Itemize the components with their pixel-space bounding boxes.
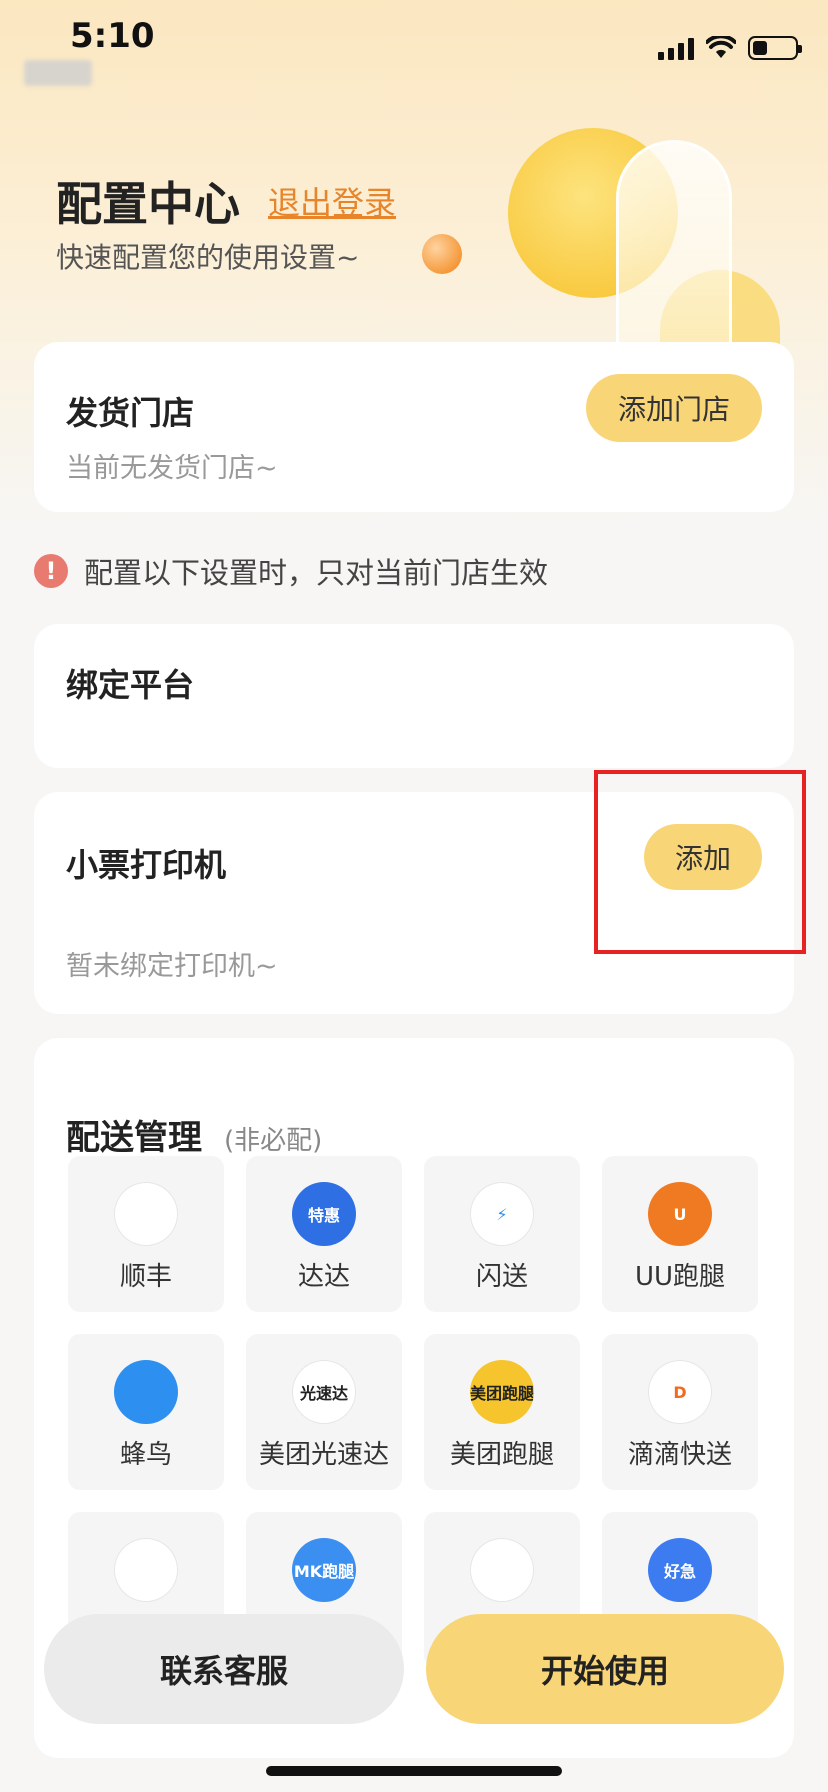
carrier-label <box>24 60 92 86</box>
mk-icon: MK跑腿 <box>292 1538 356 1602</box>
delivery-item[interactable]: 美团跑腿 美团跑腿 <box>424 1334 580 1490</box>
delivery-item[interactable]: 蜂鸟 <box>68 1334 224 1490</box>
uu-icon: U <box>648 1182 712 1246</box>
dada-icon: 特惠 <box>292 1182 356 1246</box>
delivery-item-label: 蜂鸟 <box>119 1440 172 1470</box>
store-card: 发货门店 当前无发货门店~ 添加门店 <box>34 342 794 512</box>
status-icons <box>658 36 802 60</box>
delivery-title: 配送管理 <box>66 1118 202 1158</box>
platform-card-title: 绑定平台 <box>66 666 195 704</box>
add-store-button[interactable]: 添加门店 <box>586 374 762 442</box>
fengniao-icon <box>114 1360 178 1424</box>
page-subtitle: 快速配置您的使用设置~ <box>56 241 360 274</box>
sf-icon <box>114 1182 178 1246</box>
delivery-item[interactable]: 顺丰 <box>68 1156 224 1312</box>
start-using-button[interactable]: 开始使用 <box>426 1614 784 1724</box>
courier-icon <box>114 1538 178 1602</box>
store-notice: ! 配置以下设置时，只对当前门店生效 <box>34 550 548 592</box>
page-title: 配置中心 <box>56 177 240 231</box>
signal-icon <box>658 36 694 60</box>
notice-text: 配置以下设置时，只对当前门店生效 <box>84 556 549 590</box>
platform-card[interactable]: 绑定平台 <box>34 624 794 768</box>
status-time: 5:10 <box>70 16 155 56</box>
delivery-item-label: 闪送 <box>475 1262 528 1292</box>
decor-pill <box>616 140 732 360</box>
delivery-item[interactable]: 光速达 美团光速达 <box>246 1334 402 1490</box>
delivery-item-label: 滴滴快送 <box>627 1440 732 1470</box>
bag-icon <box>470 1538 534 1602</box>
status-bar: 5:10 <box>0 0 828 100</box>
printer-card-title: 小票打印机 <box>66 846 227 884</box>
delivery-optional-hint: (非必配) <box>224 1126 323 1156</box>
highlight-box <box>594 770 806 954</box>
delivery-item-label: 美团跑腿 <box>449 1440 554 1470</box>
delivery-item[interactable]: 特惠 达达 <box>246 1156 402 1312</box>
meituan-paotui-icon: 美团跑腿 <box>470 1360 534 1424</box>
delivery-item-label: 美团光速达 <box>258 1440 389 1470</box>
store-empty-text: 当前无发货门店~ <box>66 453 278 484</box>
store-card-title: 发货门店 <box>66 394 195 432</box>
wifi-icon <box>706 36 736 58</box>
contact-service-button[interactable]: 联系客服 <box>44 1614 404 1724</box>
home-indicator <box>266 1766 562 1776</box>
delivery-header: 配送管理 (非必配) <box>66 1110 322 1159</box>
printer-empty-text: 暂未绑定打印机~ <box>66 951 278 982</box>
decor-ball <box>422 234 462 274</box>
meituan-gsd-icon: 光速达 <box>292 1360 356 1424</box>
shansong-icon: ⚡ <box>470 1182 534 1246</box>
battery-icon <box>748 36 802 60</box>
delivery-item-label: UU跑腿 <box>634 1262 726 1292</box>
didi-icon: D <box>648 1360 712 1424</box>
delivery-item-label: 达达 <box>297 1262 350 1292</box>
warning-icon: ! <box>34 554 68 588</box>
logout-link[interactable]: 退出登录 <box>268 178 396 224</box>
delivery-item[interactable]: ⚡ 闪送 <box>424 1156 580 1312</box>
delivery-item[interactable]: U UU跑腿 <box>602 1156 758 1312</box>
delivery-grid: 顺丰 特惠 达达 ⚡ 闪送 U UU跑腿 蜂鸟 光速达 美团光速达 美团跑腿 美团跑腿 D 滴滴快送 MK跑… <box>68 1156 760 1668</box>
delivery-item[interactable]: D 滴滴快送 <box>602 1334 758 1490</box>
delivery-item-label: 顺丰 <box>119 1262 172 1292</box>
haoji-icon: 好急 <box>648 1538 712 1602</box>
